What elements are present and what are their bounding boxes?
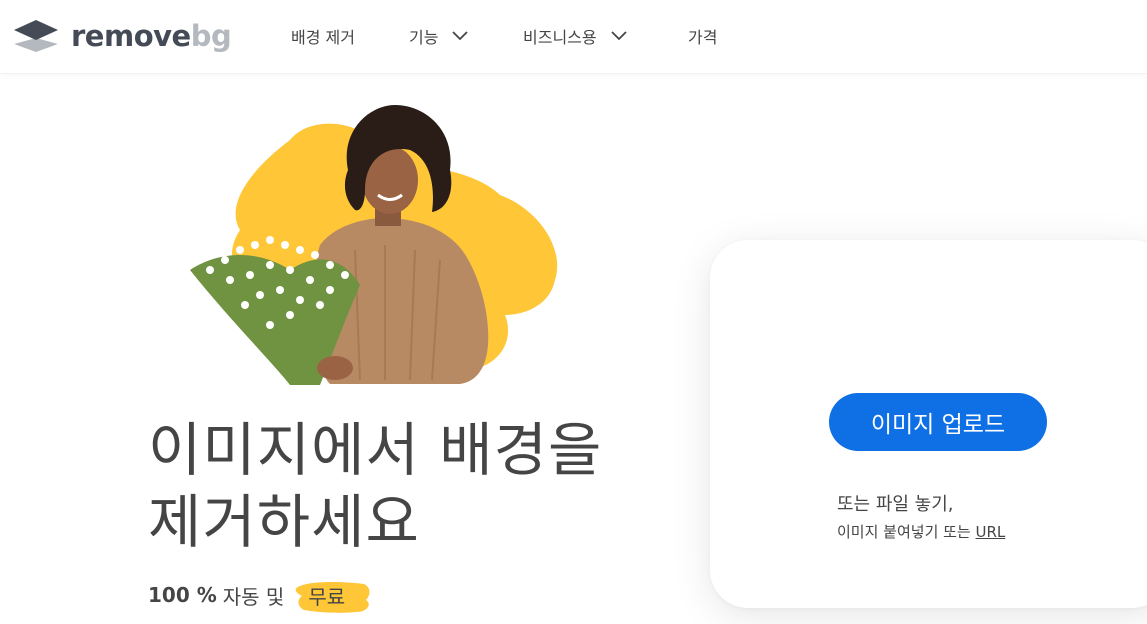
nav-item-features[interactable]: 기능	[409, 24, 469, 48]
paste-text: 이미지 붙여넣기 또는	[837, 523, 971, 541]
free-text: 무료	[308, 584, 346, 609]
logo-text-bg: bg	[190, 19, 232, 53]
nav-label: 비즈니스용	[523, 28, 597, 47]
logo-icon	[14, 20, 58, 52]
free-badge: 무료	[294, 580, 370, 613]
logo-text-remove: remove	[71, 19, 191, 53]
chevron-down-icon	[610, 31, 627, 41]
nav-label: 배경 제거	[291, 28, 355, 47]
nav-label: 가격	[688, 28, 718, 47]
chevron-down-icon	[452, 31, 469, 41]
nav-label: 기능	[409, 28, 439, 47]
top-navigation: removebg 배경 제거 기능 비즈니스용 가격	[0, 0, 1147, 74]
woman-hand	[317, 356, 353, 380]
hero-image-woman-with-flowers	[190, 105, 558, 385]
nav-item-remove-background[interactable]: 배경 제거	[291, 24, 355, 48]
upload-card[interactable]: 이미지 업로드 또는 파일 놓기, 이미지 붙여넣기 또는 URL	[710, 240, 1147, 608]
hero-headline: 이미지에서 배경을 제거하세요	[148, 414, 708, 558]
hero-subheadline: 100 % 자동 및 무료	[148, 580, 370, 613]
logo-wordmark: removebg	[71, 18, 232, 54]
headline-line-2: 제거하세요	[148, 488, 420, 556]
headline-line-1: 이미지에서 배경을	[148, 416, 603, 484]
removebg-logo[interactable]: removebg	[12, 18, 232, 54]
url-link[interactable]: URL	[976, 523, 1006, 541]
percent-text: 100 %	[148, 583, 217, 607]
drop-file-text: 또는 파일 놓기,	[837, 494, 954, 515]
nav-item-business[interactable]: 비즈니스용	[523, 24, 627, 48]
automatic-text: 자동 및	[222, 584, 285, 609]
upload-image-button[interactable]: 이미지 업로드	[829, 393, 1047, 451]
nav-item-pricing[interactable]: 가격	[688, 24, 717, 48]
paste-image-line: 이미지 붙여넣기 또는 URL	[837, 521, 1005, 542]
